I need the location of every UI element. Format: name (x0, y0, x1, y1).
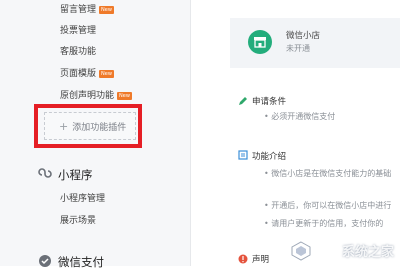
sidebar-item-original-declaration[interactable]: 原创声明功能 New (60, 90, 132, 102)
sidebar-item-label: 页面模版 (60, 69, 97, 79)
sidebar-item-votes[interactable]: 投票管理 (60, 25, 96, 37)
section-title-miniprogram: 小程序 (58, 168, 93, 182)
shop-title: 微信小店 (286, 31, 321, 41)
apply-conditions-title: 申请条件 (252, 97, 287, 107)
feature-intro-title: 功能介绍 (252, 152, 287, 162)
statement-title: 声明 (252, 255, 270, 265)
new-badge: New (117, 92, 132, 100)
shop-status: 未开通 (286, 44, 310, 53)
shop-icon (248, 30, 272, 54)
miniprogram-icon (38, 168, 52, 178)
sidebar-item-label: 留言管理 (60, 5, 97, 15)
highlight-annotation (34, 104, 142, 148)
feature-intro-bullet: • 微信小店是在微信支付能力的基础 (264, 169, 392, 178)
apply-conditions-bullet: • 必须开通微信支付 (264, 112, 336, 121)
sidebar-item-label: 客服功能 (60, 47, 97, 57)
document-icon (238, 150, 248, 160)
new-badge: New (99, 70, 114, 78)
alert-icon (238, 254, 248, 264)
sidebar-item-customer-service[interactable]: 客服功能 (60, 46, 96, 58)
watermark-logo-icon (291, 241, 311, 261)
section-title-wechat-pay: 微信支付 (58, 255, 104, 269)
feature-intro-bullet: • 请用户更新于的信用，支付你的 (264, 219, 384, 228)
sidebar-item-label: 小程序管理 (60, 194, 106, 204)
pencil-icon (239, 97, 247, 105)
watermark: 系统之家 (341, 245, 394, 260)
sidebar-item-comments[interactable]: 留言管理 New (60, 4, 114, 16)
sidebar-item-label: 展示场景 (60, 216, 97, 226)
sidebar-item-label: 原创声明功能 (60, 91, 115, 101)
sidebar: 留言管理 New 投票管理 客服功能 页面模版 New 原创声明功能 New + 添加… (0, 0, 191, 269)
sidebar-item-label: 投票管理 (60, 26, 97, 36)
sidebar-item-page-templates[interactable]: 页面模版 New (60, 68, 114, 80)
sidebar-item-display-scenes[interactable]: 展示场景 (60, 215, 96, 227)
sidebar-item-miniprogram-manage[interactable]: 小程序管理 (60, 193, 105, 205)
feature-intro-bullet: • 开通后，你可以在微信小店中进行 (264, 201, 392, 210)
new-badge: New (99, 6, 114, 14)
